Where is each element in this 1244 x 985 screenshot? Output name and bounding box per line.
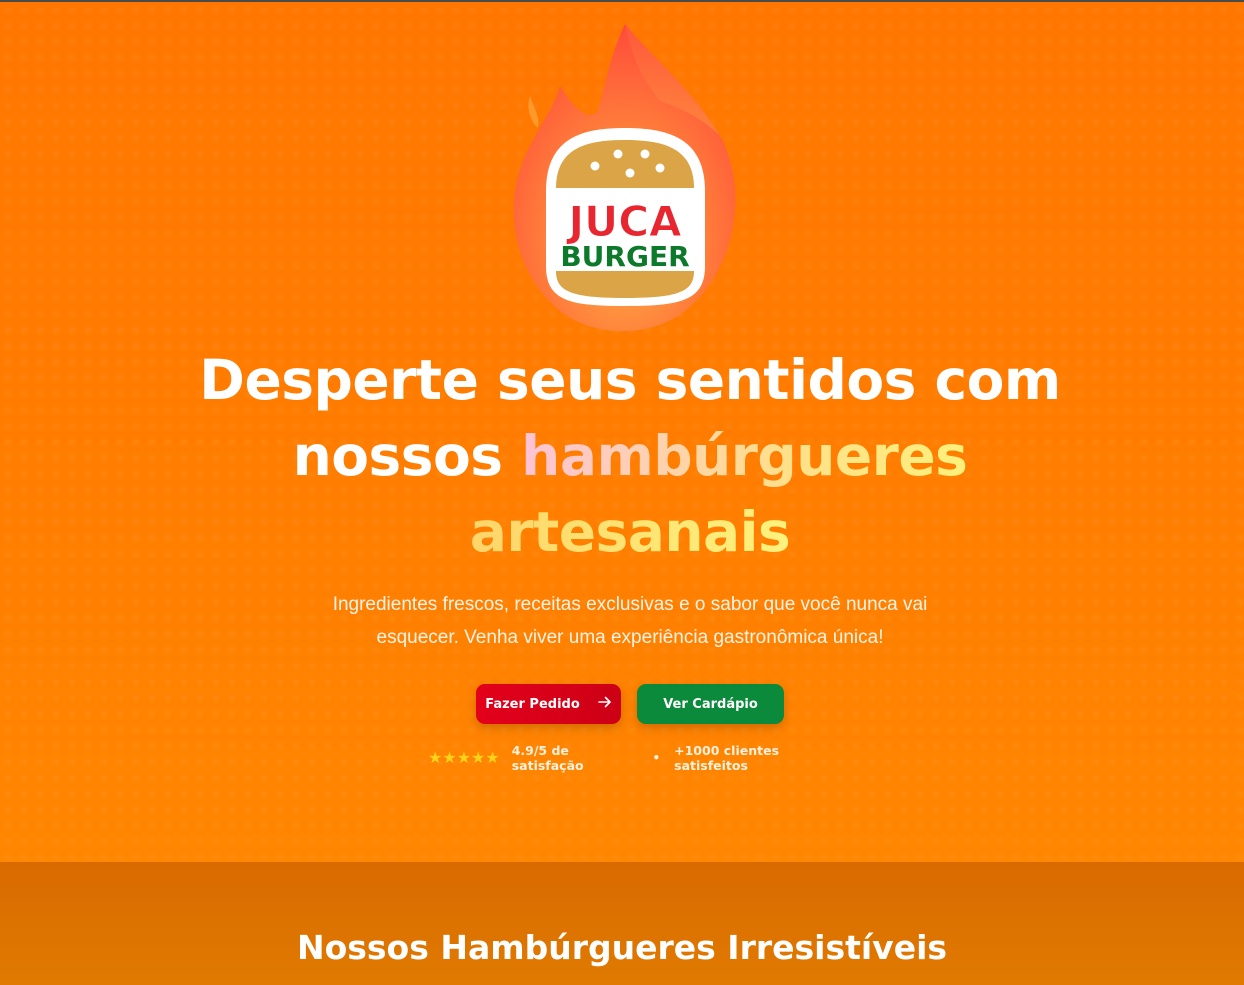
star-icon: ★ — [456, 748, 472, 767]
headline-part1: Desperte seus sentidos com — [199, 348, 1061, 412]
menu-button[interactable]: Ver Cardápio — [637, 684, 784, 724]
logo-text-burger: BURGER — [560, 240, 689, 273]
order-button[interactable]: Fazer Pedido — [476, 684, 621, 724]
star-icon: ★ — [485, 748, 500, 767]
headline-highlight-1: hambúrgueres — [521, 424, 968, 488]
hero-subtitle: Ingredientes frescos, receitas exclusiva… — [300, 588, 960, 654]
rating-stars: ★ ★ ★ ★ ★ — [428, 750, 500, 766]
arrow-right-icon — [597, 695, 612, 713]
star-icon: ★ — [428, 748, 443, 767]
headline-highlight-2: artesanais — [469, 500, 791, 564]
hero-headline: Desperte seus sentidos com nossos hambúr… — [160, 342, 1100, 570]
star-icon: ★ — [442, 748, 457, 767]
star-icon: ★ — [471, 748, 486, 767]
headline-part2: nossos — [292, 424, 503, 488]
clients-text: +1000 clientes satisfeitos — [674, 743, 780, 773]
separator-dot: • — [652, 751, 661, 765]
hero-section: JUCA BURGER Desperte seus sentidos com n… — [0, 2, 1244, 862]
order-button-label: Fazer Pedido — [485, 696, 580, 712]
subtitle-line2: esquecer. Venha viver uma experiência ga… — [376, 627, 884, 648]
burger-icon: JUCA BURGER — [546, 128, 705, 306]
menu-button-label: Ver Cardápio — [663, 696, 758, 712]
juca-burger-logo: JUCA BURGER — [513, 24, 736, 332]
rating-text: 4.9/5 de satisfação — [511, 743, 584, 773]
subtitle-line1: Ingredientes frescos, receitas exclusiva… — [332, 594, 928, 615]
products-section-title: Nossos Hambúrgueres Irresistíveis — [296, 928, 948, 967]
rating-bar: ★ ★ ★ ★ ★ 4.9/5 de satisfação • +1000 cl… — [428, 743, 848, 773]
logo-text-juca: JUCA — [565, 197, 682, 246]
